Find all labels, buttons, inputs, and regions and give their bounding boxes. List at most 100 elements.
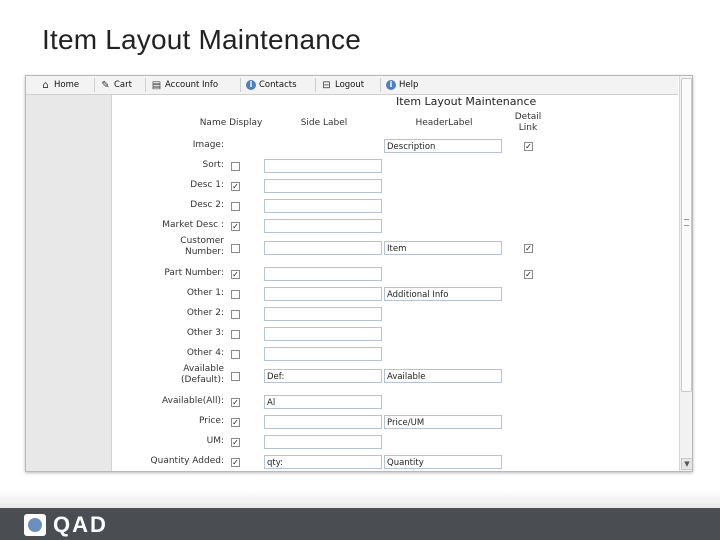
side-label-input[interactable]: qty: <box>264 455 382 469</box>
detail-link-checkbox[interactable]: ✓ <box>524 244 533 253</box>
scrollbar-thumb[interactable] <box>681 78 692 392</box>
table-row: Other 4: <box>26 346 676 366</box>
account-icon: ▤ <box>151 79 162 91</box>
column-header-name-display: Name Display <box>199 118 263 128</box>
form-title: Item Layout Maintenance <box>396 95 537 108</box>
field-label: Part Number: <box>164 268 224 278</box>
table-row: Other 2: <box>26 306 676 326</box>
field-label: Other 4: <box>186 348 224 358</box>
nav-item-label: Account Info <box>165 80 219 90</box>
header-label-input[interactable]: Description <box>384 139 502 153</box>
page-title: Item Layout Maintenance <box>42 24 362 55</box>
column-header-header-label: HeaderLabel <box>415 118 473 128</box>
column-header-detail-link: Detail Link <box>514 112 542 133</box>
scroll-grip-icon <box>684 219 689 226</box>
name-display-checkbox[interactable] <box>231 310 240 319</box>
table-row: Price: ✓ Price/UM <box>26 414 676 434</box>
detail-link-checkbox[interactable]: ✓ <box>524 270 533 279</box>
nav-item-account-info[interactable]: ▤ Account Info <box>151 78 218 92</box>
name-display-checkbox[interactable] <box>231 330 240 339</box>
side-label-input[interactable] <box>264 199 382 213</box>
table-row: UM: ✓ <box>26 434 676 454</box>
info-icon: i <box>386 80 396 90</box>
table-row: Quantity Added: ✓ qty: Quantity <box>26 454 676 471</box>
field-label: UM: <box>206 436 224 446</box>
table-row: Other 3: <box>26 326 676 346</box>
detail-link-checkbox[interactable]: ✓ <box>524 142 533 151</box>
field-label: Sort: <box>202 160 224 170</box>
table-row: Other 1: Additional Info <box>26 286 676 306</box>
side-label-input[interactable] <box>264 435 382 449</box>
table-row: Desc 1: ✓ <box>26 178 676 198</box>
header-label-input[interactable]: Item <box>384 241 502 255</box>
name-display-checkbox[interactable]: ✓ <box>231 398 240 407</box>
field-label: Other 2: <box>186 308 224 318</box>
name-display-checkbox[interactable]: ✓ <box>231 418 240 427</box>
nav-separator <box>380 78 381 92</box>
side-label-input[interactable] <box>264 159 382 173</box>
header-label-input[interactable]: Quantity <box>384 455 502 469</box>
nav-item-label: Cart <box>114 80 132 90</box>
table-row: Image: Description ✓ <box>26 138 676 158</box>
side-label-input[interactable] <box>264 267 382 281</box>
name-display-checkbox[interactable] <box>231 350 240 359</box>
name-display-checkbox[interactable] <box>231 202 240 211</box>
header-label-input[interactable]: Available <box>384 369 502 383</box>
nav-item-logout[interactable]: ⊟ Logout <box>321 78 364 92</box>
table-row: Sort: <box>26 158 676 178</box>
side-label-input[interactable]: Def: <box>264 369 382 383</box>
field-label: Price: <box>199 416 224 426</box>
logout-icon: ⊟ <box>322 79 331 91</box>
name-display-checkbox[interactable] <box>231 244 240 253</box>
footer-shade <box>0 490 720 508</box>
info-icon: i <box>246 80 256 90</box>
qad-logo-icon <box>24 514 46 536</box>
side-label-input[interactable] <box>264 219 382 233</box>
field-label: Customer Number: <box>180 236 224 257</box>
name-display-checkbox[interactable]: ✓ <box>231 458 240 467</box>
home-icon: ⌂ <box>42 79 49 91</box>
side-label-input[interactable] <box>264 241 382 255</box>
side-label-input[interactable] <box>264 415 382 429</box>
nav-item-cart[interactable]: ✎ Cart <box>100 78 132 92</box>
side-label-input[interactable] <box>264 347 382 361</box>
field-label: Other 1: <box>186 288 224 298</box>
footer-bar <box>0 508 720 540</box>
nav-separator <box>240 78 241 92</box>
scroll-down-arrow-icon[interactable]: ▼ <box>681 458 692 470</box>
footer-logo: QAD <box>53 512 108 537</box>
side-label-input[interactable] <box>264 179 382 193</box>
nav-item-label: Help <box>399 80 419 90</box>
nav-separator <box>145 78 146 92</box>
side-label-input[interactable] <box>264 327 382 341</box>
top-navigation: ⌂ Home ✎ Cart ▤ Account Info i Contacts ⊟ Logout i… <box>26 76 678 95</box>
name-display-checkbox[interactable] <box>231 372 240 381</box>
header-label-input[interactable]: Price/UM <box>384 415 502 429</box>
nav-item-label: Home <box>54 80 80 90</box>
name-display-checkbox[interactable] <box>231 290 240 299</box>
nav-item-contacts[interactable]: i Contacts <box>246 78 297 92</box>
table-row: Customer Number: Item ✓ <box>26 236 676 260</box>
table-row: Available (Default): Def: Available <box>26 364 676 388</box>
name-display-checkbox[interactable]: ✓ <box>231 222 240 231</box>
nav-item-label: Contacts <box>259 80 297 90</box>
browser-window: ⌂ Home ✎ Cart ▤ Account Info i Contacts ⊟ Logout i… <box>25 75 693 472</box>
table-row: Market Desc : ✓ <box>26 218 676 238</box>
nav-item-home[interactable]: ⌂ Home <box>40 78 79 92</box>
vertical-scrollbar[interactable]: ▼ <box>679 76 692 471</box>
nav-separator <box>94 78 95 92</box>
header-label-input[interactable]: Additional Info <box>384 287 502 301</box>
name-display-checkbox[interactable]: ✓ <box>231 270 240 279</box>
side-label-input[interactable] <box>264 307 382 321</box>
table-row: Part Number: ✓ ✓ <box>26 266 676 286</box>
nav-item-help[interactable]: i Help <box>386 78 418 92</box>
side-label-input[interactable] <box>264 287 382 301</box>
field-label: Available (Default): <box>181 364 224 385</box>
side-label-input[interactable]: Al <box>264 395 382 409</box>
name-display-checkbox[interactable]: ✓ <box>231 438 240 447</box>
field-label: Other 3: <box>186 328 224 338</box>
field-label: Desc 1: <box>190 180 224 190</box>
name-display-checkbox[interactable] <box>231 162 240 171</box>
name-display-checkbox[interactable]: ✓ <box>231 182 240 191</box>
cart-icon: ✎ <box>101 79 110 91</box>
